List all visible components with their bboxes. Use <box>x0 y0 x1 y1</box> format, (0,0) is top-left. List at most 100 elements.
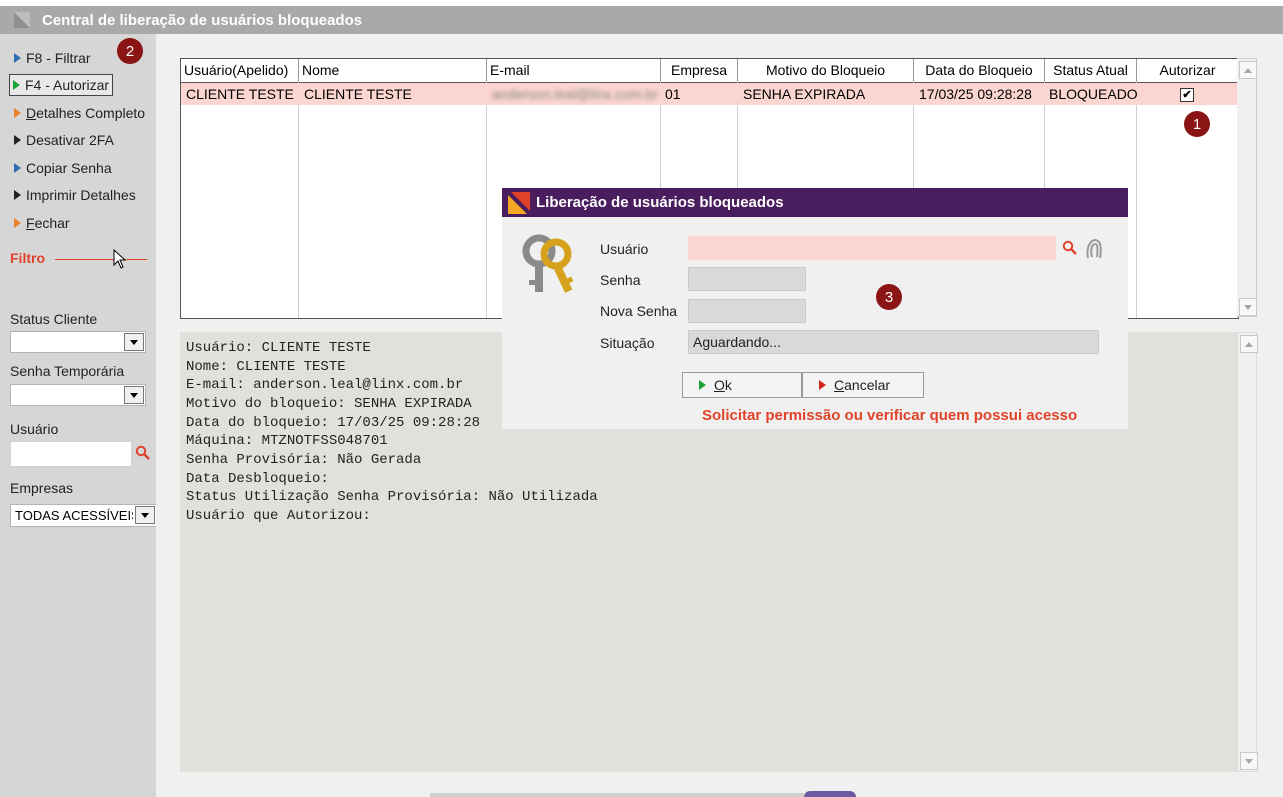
chevron-down-icon <box>130 339 138 345</box>
table-row[interactable]: CLIENTE TESTE CLIENTE TESTE anderson.lea… <box>181 83 1238 105</box>
grid-scrollbar[interactable] <box>1237 58 1257 317</box>
details-line: Usuário que Autorizou: <box>186 508 371 524</box>
chevron-down-icon <box>130 392 138 398</box>
step-badge-3: 3 <box>876 284 902 310</box>
details-line: Data do bloqueio: 17/03/25 09:28:28 <box>186 415 481 431</box>
dropdown-button[interactable] <box>124 386 144 404</box>
dialog-nova-senha-label: Nova Senha <box>600 303 678 319</box>
menu-imprimir-detalhes[interactable]: Imprimir Detalhes <box>14 184 136 206</box>
menu-desativar-2fa[interactable]: Desativar 2FA <box>14 129 114 151</box>
col-status[interactable]: Status Atual <box>1045 59 1137 82</box>
col-usuario[interactable]: Usuário(Apelido) <box>181 59 299 82</box>
senha-temporaria-label: Senha Temporária <box>10 363 125 379</box>
permission-warning: Solicitar permissão ou verificar quem po… <box>702 407 1078 424</box>
empresas-select[interactable]: TODAS ACESSÍVEIS <box>10 504 157 527</box>
fingerprint-icon[interactable] <box>1084 236 1104 260</box>
cell-motivo: SENHA EXPIRADA <box>743 86 866 102</box>
dialog-usuario-input[interactable] <box>688 236 1056 260</box>
chevron-down-icon <box>141 512 149 518</box>
status-cliente-select[interactable] <box>10 331 146 353</box>
step-badge-2: 2 <box>117 38 143 64</box>
senha-temporaria-select[interactable] <box>10 384 146 406</box>
menu-autorizar[interactable]: F4 - Autorizar <box>9 74 114 96</box>
dialog-usuario-label: Usuário <box>600 241 649 257</box>
col-empresa[interactable]: Empresa <box>661 59 738 82</box>
sidebar: F8 - Filtrar F4 - Autorizar Detalhes Com… <box>0 34 157 797</box>
details-line: Data Desbloqueio: <box>186 471 329 487</box>
scroll-up-button[interactable] <box>1240 335 1258 353</box>
window-title: Central de liberação de usuários bloquea… <box>42 11 363 29</box>
dialog-situacao-field: Aguardando... <box>688 330 1099 354</box>
details-line: Senha Provisória: Não Gerada <box>186 452 422 468</box>
app-logo-icon <box>508 191 530 214</box>
menu-copiar-senha[interactable]: Copiar Senha <box>14 157 112 179</box>
scroll-up-button[interactable] <box>1239 61 1257 79</box>
dialog-nova-senha-input[interactable] <box>688 299 806 323</box>
details-line: Máquina: MTZNOTFSS048701 <box>186 433 388 449</box>
step-badge-1: 1 <box>1184 111 1210 137</box>
menu-copiar-label: Copiar Senha <box>26 160 112 176</box>
status-cliente-label: Status Cliente <box>10 311 98 327</box>
chevron-up-icon <box>1244 67 1252 73</box>
dropdown-button[interactable] <box>135 506 155 524</box>
arrow-right-icon <box>14 108 21 118</box>
taskbar-strip <box>430 793 804 797</box>
menu-fechar[interactable]: Fechar <box>14 212 70 234</box>
arrow-right-icon <box>14 135 21 145</box>
cell-data: 17/03/25 09:28:28 <box>919 86 1032 102</box>
col-motivo[interactable]: Motivo do Bloqueio <box>738 59 914 82</box>
unlock-dialog: Liberação de usuários bloqueados Usuário… <box>502 188 1128 429</box>
menu-imprimir-label: Imprimir Detalhes <box>26 187 136 203</box>
cancel-button-label: Cancelar <box>834 377 891 393</box>
cancel-button[interactable]: Cancelar <box>802 372 924 398</box>
cell-usuario: CLIENTE TESTE <box>186 86 294 102</box>
arrow-right-icon <box>14 218 21 228</box>
grid-divider <box>298 82 299 318</box>
details-line: Status Utilização Senha Provisória: Não … <box>186 489 598 505</box>
menu-detalhes-label: Detalhes Completo <box>26 105 146 121</box>
scroll-down-button[interactable] <box>1240 752 1258 770</box>
usuario-label: Usuário <box>10 421 59 437</box>
dialog-situacao-label: Situação <box>600 335 655 351</box>
chevron-down-icon <box>1245 758 1253 764</box>
search-icon[interactable] <box>135 445 151 461</box>
cell-empresa: 01 <box>665 86 681 102</box>
scroll-down-button[interactable] <box>1239 298 1257 316</box>
menu-filtrar-label: F8 - Filtrar <box>26 50 91 66</box>
dialog-senha-input[interactable] <box>688 267 806 291</box>
dialog-title: Liberação de usuários bloqueados <box>536 194 784 211</box>
arrow-right-icon <box>14 190 21 200</box>
menu-fechar-label: Fechar <box>26 215 70 231</box>
menu-autorizar-label: F4 - Autorizar <box>25 77 110 93</box>
menu-desativar-label: Desativar 2FA <box>26 132 114 148</box>
col-nome[interactable]: Nome <box>299 59 487 82</box>
taskbar-tab[interactable] <box>804 791 856 797</box>
details-line: Usuário: CLIENTE TESTE <box>186 340 371 356</box>
details-scrollbar[interactable] <box>1237 332 1258 772</box>
grid-divider <box>486 82 487 318</box>
ok-button-label: Ok <box>714 377 732 393</box>
autorizar-checkbox[interactable]: ✔ <box>1180 88 1194 102</box>
col-email[interactable]: E-mail <box>487 59 661 82</box>
cell-email-blurred: anderson.leal@linx.com.br <box>492 86 658 102</box>
menu-filtrar[interactable]: F8 - Filtrar <box>14 47 91 69</box>
arrow-right-icon <box>14 163 21 173</box>
app-icon <box>14 12 30 28</box>
grid-divider <box>1136 82 1137 318</box>
usuario-input[interactable] <box>10 441 132 467</box>
col-autorizar[interactable]: Autorizar <box>1137 59 1238 82</box>
cell-nome: CLIENTE TESTE <box>304 86 412 102</box>
cell-status: BLOQUEADO <box>1049 86 1137 102</box>
search-icon[interactable] <box>1062 240 1078 256</box>
mouse-cursor-icon <box>113 249 127 269</box>
window-titlebar: Central de liberação de usuários bloquea… <box>0 6 1283 34</box>
chevron-up-icon <box>1245 341 1253 347</box>
col-data[interactable]: Data do Bloqueio <box>914 59 1045 82</box>
dropdown-button[interactable] <box>124 333 144 351</box>
arrow-right-icon <box>14 53 21 63</box>
details-line: Nome: CLIENTE TESTE <box>186 359 346 375</box>
details-line: Motivo do bloqueio: SENHA EXPIRADA <box>186 396 472 412</box>
ok-button[interactable]: Ok <box>682 372 802 398</box>
empresas-value: TODAS ACESSÍVEIS <box>15 508 133 523</box>
menu-detalhes-completo[interactable]: Detalhes Completo <box>14 102 145 124</box>
